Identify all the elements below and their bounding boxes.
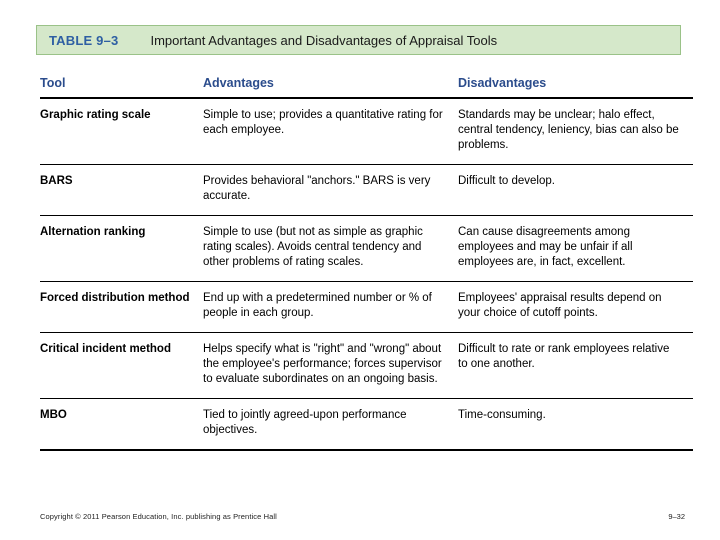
table-row: Forced distribution method End up with a… [40,281,693,333]
table-number-label: TABLE 9–3 [49,32,119,48]
copyright-notice: Copyright © 2011 Pearson Education, Inc.… [40,512,277,521]
cell-tool: BARS [40,164,203,216]
cell-tool: Critical incident method [40,332,203,399]
cell-advantages: Tied to jointly agreed-upon performance … [203,398,458,451]
cell-disadvantages: Can cause disagreements among employees … [458,215,693,282]
cell-advantages: Helps specify what is "right" and "wrong… [203,332,458,399]
cell-disadvantages: Difficult to develop. [458,164,693,216]
cell-disadvantages: Difficult to rate or rank employees rela… [458,332,693,399]
page-number: 9–32 [668,512,685,521]
cell-advantages: Provides behavioral "anchors." BARS is v… [203,164,458,216]
cell-disadvantages: Time-consuming. [458,398,693,451]
cell-disadvantages: Standards may be unclear; halo effect, c… [458,98,693,165]
cell-disadvantages: Employees' appraisal results depend on y… [458,281,693,333]
cell-advantages: Simple to use (but not as simple as grap… [203,215,458,282]
table-row: Alternation ranking Simple to use (but n… [40,215,693,282]
cell-advantages: Simple to use; provides a quantitative r… [203,98,458,165]
column-header-tool: Tool [40,76,203,99]
cell-tool: Forced distribution method [40,281,203,333]
appraisal-tools-table: Tool Advantages Disadvantages Graphic ra… [40,76,693,451]
table-row: BARS Provides behavioral "anchors." BARS… [40,164,693,216]
table-title: Important Advantages and Disadvantages o… [150,32,498,48]
cell-tool: MBO [40,398,203,451]
table-row: MBO Tied to jointly agreed-upon performa… [40,398,693,451]
cell-tool: Graphic rating scale [40,98,203,165]
table-caption-band: TABLE 9–3 Important Advantages and Disad… [36,25,681,55]
table-header-row: Tool Advantages Disadvantages [40,76,693,99]
table-row: Graphic rating scale Simple to use; prov… [40,98,693,165]
table-row: Critical incident method Helps specify w… [40,332,693,399]
slide-footer: Copyright © 2011 Pearson Education, Inc.… [40,512,685,521]
cell-tool: Alternation ranking [40,215,203,282]
table-body: Graphic rating scale Simple to use; prov… [40,98,693,451]
slide-canvas: TABLE 9–3 Important Advantages and Disad… [0,0,720,540]
cell-advantages: End up with a predetermined number or % … [203,281,458,333]
column-header-advantages: Advantages [203,76,458,99]
column-header-disadvantages: Disadvantages [458,76,693,99]
